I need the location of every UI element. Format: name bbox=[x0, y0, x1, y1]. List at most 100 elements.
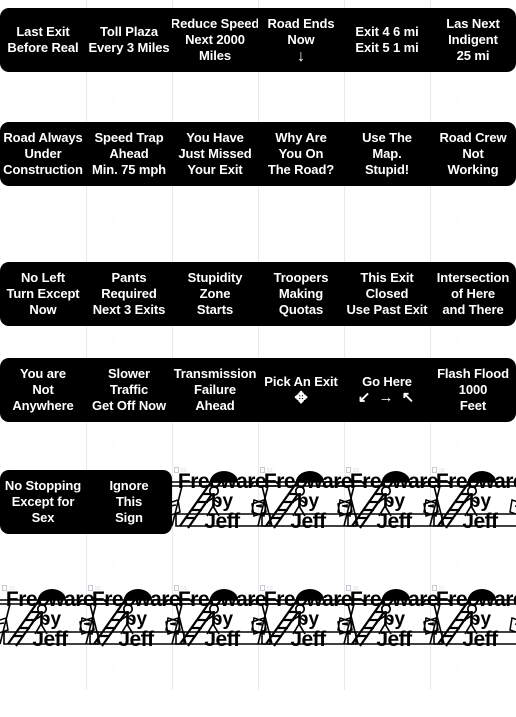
sign-text-line: Road Ends bbox=[267, 16, 335, 31]
artist-at-easel-icon bbox=[416, 588, 516, 650]
down-arrow-icon: ↓ bbox=[297, 48, 305, 65]
sign-text-line: No Left bbox=[20, 270, 66, 285]
sign-text-line: Pants bbox=[111, 270, 147, 285]
sign-text-line: Min. 75 mph bbox=[91, 162, 167, 177]
sign-text-line: 1000 bbox=[458, 382, 488, 397]
sign-intersection-of-here-and-there[interactable]: Intersection of Here and There bbox=[430, 262, 516, 326]
broken-image-ghost-icon: □ bbox=[284, 216, 288, 222]
sign-troopers-making-quotas[interactable]: Troopers Making Quotas bbox=[258, 262, 344, 326]
artist-at-easel-icon bbox=[416, 470, 516, 532]
broken-image-ghost-icon: □ bbox=[456, 340, 460, 346]
broken-image-ghost-icon: □ bbox=[370, 340, 374, 346]
broken-image-ghost-icon: □ bbox=[26, 560, 30, 566]
broken-image-ghost-icon: □ bbox=[198, 560, 202, 566]
sign-text-line: 25 mi bbox=[456, 48, 490, 63]
sign-use-the-map[interactable]: Use The Map. Stupid! bbox=[344, 122, 430, 186]
sign-text-line: Road Crew bbox=[439, 130, 507, 145]
sign-text-line: Closed bbox=[365, 286, 409, 301]
broken-image-ghost-icon: □ bbox=[370, 560, 374, 566]
sign-text-line: Sex bbox=[31, 510, 55, 525]
sign-text-line: Get Off Now bbox=[91, 398, 166, 413]
sign-text-line: Why Are bbox=[275, 130, 327, 145]
sign-text-line: Feet bbox=[459, 398, 487, 413]
sign-text-line: Slower bbox=[107, 366, 151, 381]
sign-text-line: Speed Trap bbox=[94, 130, 164, 145]
broken-image-ghost-icon: □ bbox=[112, 96, 116, 102]
sign-text-line: of Here bbox=[450, 286, 496, 301]
broken-image-ghost-icon: □ bbox=[370, 444, 374, 450]
broken-image-ghost-icon: □ bbox=[198, 444, 202, 450]
sign-missed-exit[interactable]: You Have Just Missed Your Exit bbox=[172, 122, 258, 186]
sign-you-are-not-anywhere[interactable]: You are Not Anywhere bbox=[0, 358, 86, 422]
broken-image-ghost-icon: □ bbox=[284, 668, 288, 674]
sign-text-line: You Have bbox=[186, 130, 244, 145]
freeware-by-jeff-banner[interactable]: 53 Freeware by Jeff bbox=[421, 466, 516, 532]
sign-stupidity-zone[interactable]: Stupidity Zone Starts bbox=[172, 262, 258, 326]
sign-text-line: Flash Flood bbox=[437, 366, 509, 381]
sign-text-line: Ahead bbox=[109, 146, 149, 161]
sign-toll-plaza[interactable]: Toll Plaza Every 3 Miles bbox=[86, 8, 172, 72]
sign-text-line: Every 3 Miles bbox=[88, 40, 170, 55]
sign-pants-required[interactable]: Pants Required Next 3 Exits bbox=[86, 262, 172, 326]
sign-text-line: Transmission bbox=[173, 366, 257, 381]
sign-text-line: You are bbox=[19, 366, 67, 381]
broken-image-ghost-icon: □ bbox=[112, 216, 116, 222]
broken-image-ghost-icon: □ bbox=[198, 96, 202, 102]
sign-exit-distances[interactable]: Exit 4 6 mi Exit 5 1 mi bbox=[344, 8, 430, 72]
sign-text-line: Exit 5 1 mi bbox=[355, 40, 419, 55]
sign-text-line: Miles bbox=[198, 48, 231, 63]
multi-direction-arrows-icon: ↙ → ↖ bbox=[357, 389, 417, 406]
sign-reduce-speed[interactable]: Reduce Speed Next 2000 Miles bbox=[172, 8, 258, 72]
sign-road-crew-not-working[interactable]: Road Crew Not Working bbox=[430, 122, 516, 186]
sign-row: No Stopping Except for Sex Ignore This Sign bbox=[0, 470, 172, 534]
sign-text-line: Just Missed bbox=[178, 146, 252, 161]
sign-road-ends-now[interactable]: Road Ends Now ↓ bbox=[258, 8, 344, 72]
broken-image-ghost-icon: □ bbox=[112, 668, 116, 674]
sign-text-line: Las Next bbox=[446, 16, 500, 31]
sign-text-line: Before Real bbox=[7, 40, 79, 55]
sign-text-line: Ahead bbox=[195, 398, 235, 413]
sign-why-are-you-on-the-road[interactable]: Why Are You On The Road? bbox=[258, 122, 344, 186]
sign-text-line: Next 3 Exits bbox=[92, 302, 166, 317]
sign-text-line: Indigent bbox=[448, 32, 498, 47]
sign-text-line: Now bbox=[287, 32, 315, 47]
sign-transmission-failure-ahead[interactable]: Transmission Failure Ahead bbox=[172, 358, 258, 422]
sign-pick-an-exit[interactable]: Pick An Exit ✥ bbox=[258, 358, 344, 422]
broken-image-ghost-icon: □ bbox=[26, 668, 30, 674]
sign-text-line: Reduce Speed bbox=[172, 16, 258, 31]
broken-image-ghost-icon: □ bbox=[26, 444, 30, 450]
sign-road-always-under-construction[interactable]: Road Always Under Construction bbox=[0, 122, 86, 186]
sign-no-stopping-except-for-sex[interactable]: No Stopping Except for Sex bbox=[0, 470, 86, 534]
sign-text-line: This Exit bbox=[360, 270, 414, 285]
broken-image-ghost-icon: □ bbox=[456, 668, 460, 674]
sign-text-line: Your Exit bbox=[187, 162, 243, 177]
sign-no-left-turn[interactable]: No Left Turn Except Now bbox=[0, 262, 86, 326]
sign-text-line: Use The bbox=[362, 130, 412, 145]
sign-this-exit-closed[interactable]: This Exit Closed Use Past Exit bbox=[344, 262, 430, 326]
broken-image-ghost-icon: □ bbox=[370, 96, 374, 102]
sign-go-here[interactable]: Go Here ↙ → ↖ bbox=[344, 358, 430, 422]
broken-image-ghost-icon: □ bbox=[112, 340, 116, 346]
sign-last-exit[interactable]: Last Exit Before Real bbox=[0, 8, 86, 72]
sign-text-line: You On bbox=[278, 146, 324, 161]
sign-text-line: Now bbox=[29, 302, 57, 317]
sign-text-line: Pick An Exit bbox=[264, 374, 338, 389]
sign-text-line: Traffic bbox=[109, 382, 149, 397]
sign-text-line: Starts bbox=[196, 302, 234, 317]
freeware-by-jeff-banner[interactable]: 57 Freeware by Jeff bbox=[421, 584, 516, 650]
sign-text-line: and There bbox=[442, 302, 504, 317]
sign-row: Road Always Under Construction Speed Trap Ah… bbox=[0, 122, 516, 186]
sign-text-line: Toll Plaza bbox=[100, 24, 158, 39]
sign-slower-traffic-get-off-now[interactable]: Slower Traffic Get Off Now bbox=[86, 358, 172, 422]
sign-flash-flood[interactable]: Flash Flood 1000 Feet bbox=[430, 358, 516, 422]
sign-text-line: Exit 4 6 mi bbox=[355, 24, 419, 39]
sign-las-vegas-next[interactable]: Las Next Indigent 25 mi bbox=[430, 8, 516, 72]
sign-text-line: Troopers bbox=[273, 270, 329, 285]
broken-image-ghost-icon: □ bbox=[112, 444, 116, 450]
sign-text-line: Under bbox=[24, 146, 62, 161]
broken-image-ghost-icon: □ bbox=[456, 96, 460, 102]
broken-image-ghost-icon: □ bbox=[370, 668, 374, 674]
broken-image-ghost-icon: □ bbox=[284, 96, 288, 102]
sign-speed-trap[interactable]: Speed Trap Ahead Min. 75 mph bbox=[86, 122, 172, 186]
sign-text-line: Except for bbox=[11, 494, 75, 509]
